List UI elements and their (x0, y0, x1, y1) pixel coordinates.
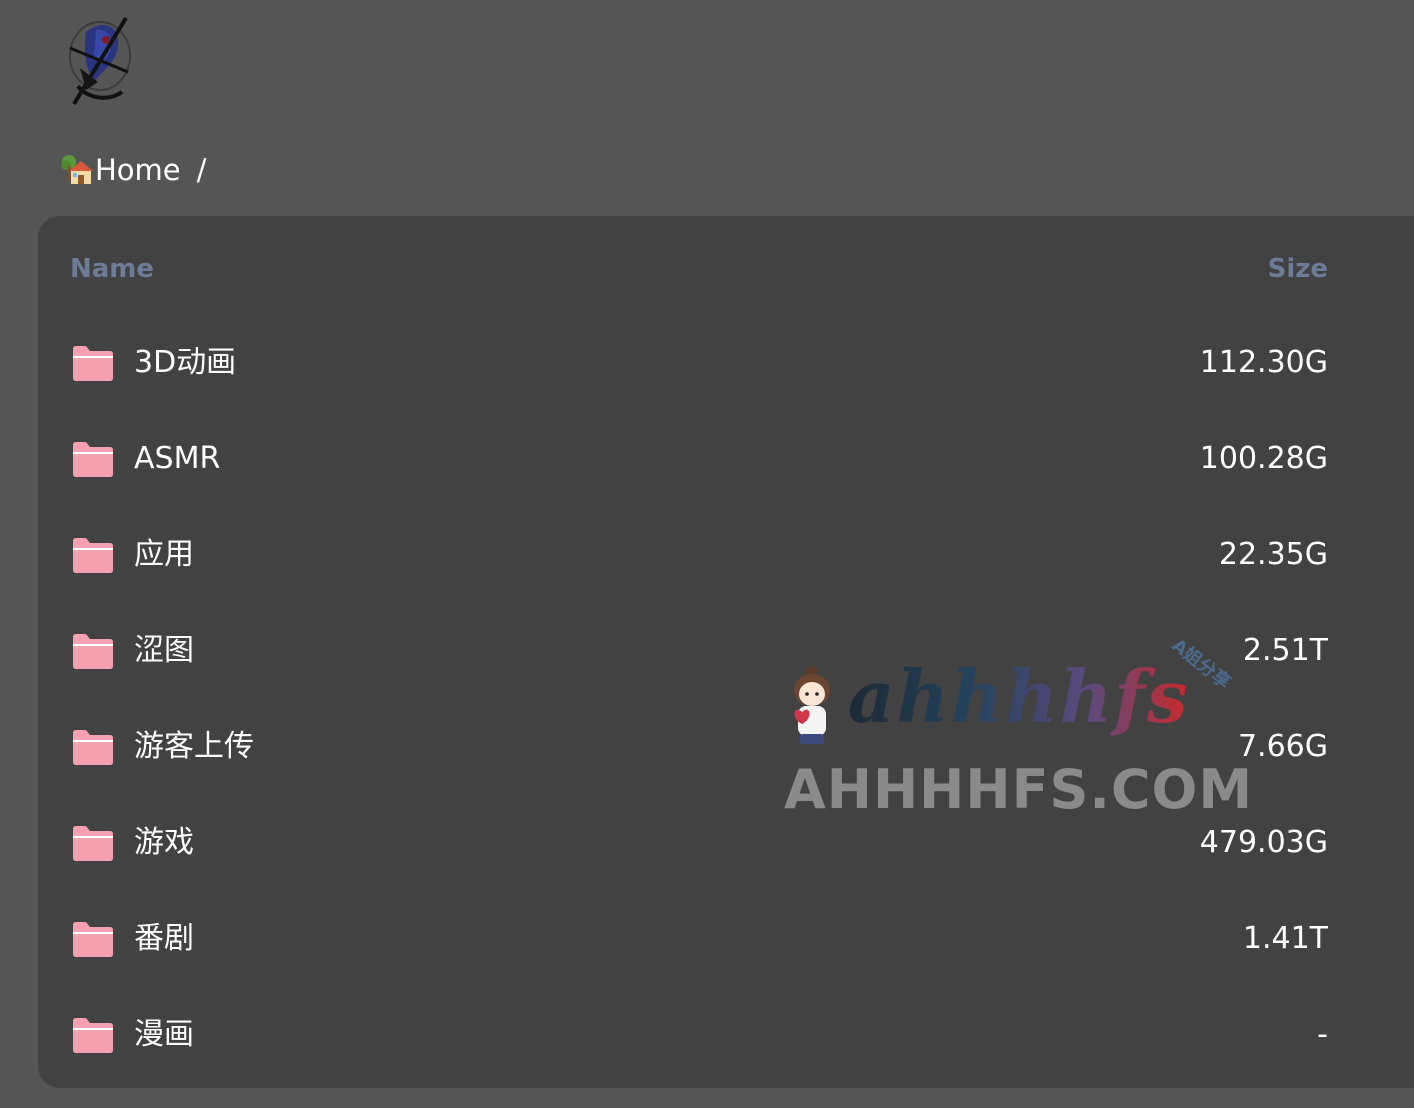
folder-icon (73, 1018, 113, 1053)
file-size: 7.66G (1237, 729, 1328, 764)
file-size: 2.51T (1242, 633, 1328, 668)
file-name[interactable]: 游客上传 (134, 728, 254, 766)
file-size: 22.35G (1218, 537, 1328, 572)
folder-icon (73, 538, 113, 573)
file-name[interactable]: 番剧 (134, 920, 194, 958)
column-header-name[interactable]: Name (70, 254, 154, 284)
file-name[interactable]: 游戏 (134, 824, 194, 862)
breadcrumb-home-link[interactable]: Home (60, 153, 181, 187)
site-logo[interactable] (56, 12, 140, 108)
file-name[interactable]: ASMR (134, 440, 220, 478)
folder-icon (73, 346, 113, 381)
table-header: Name Size (38, 216, 1414, 324)
folder-icon (73, 922, 113, 957)
folder-icon (73, 730, 113, 765)
table-row[interactable]: ASMR 100.28G (38, 412, 1414, 508)
column-header-size[interactable]: Size (1268, 254, 1328, 284)
breadcrumb-separator: / (196, 153, 207, 187)
table-row[interactable]: 漫画 - (38, 988, 1414, 1084)
file-size: - (1317, 1017, 1328, 1052)
folder-icon (73, 442, 113, 477)
file-size: 112.30G (1199, 345, 1328, 380)
breadcrumb-home-label: Home (95, 153, 181, 187)
file-size: 100.28G (1199, 441, 1328, 476)
file-list: 3D动画 112.30G ASMR 100.28G 应用 22.35G 涩图 2… (38, 316, 1414, 1084)
file-name[interactable]: 应用 (134, 536, 194, 574)
folder-icon (73, 826, 113, 861)
table-row[interactable]: 3D动画 112.30G (38, 316, 1414, 412)
file-size: 479.03G (1199, 825, 1328, 860)
breadcrumb: Home / (60, 148, 206, 192)
house-with-tree-icon (61, 155, 93, 184)
file-size: 1.41T (1242, 921, 1328, 956)
folder-icon (73, 634, 113, 669)
file-name[interactable]: 涩图 (134, 632, 194, 670)
logo-emblem-icon (69, 16, 131, 106)
table-row[interactable]: 应用 22.35G (38, 508, 1414, 604)
table-row[interactable]: 番剧 1.41T (38, 892, 1414, 988)
file-name[interactable]: 漫画 (134, 1016, 194, 1054)
table-row[interactable]: 游戏 479.03G (38, 796, 1414, 892)
table-row[interactable]: 涩图 2.51T (38, 604, 1414, 700)
table-row[interactable]: 游客上传 7.66G (38, 700, 1414, 796)
file-list-panel: Name Size 3D动画 112.30G ASMR 100.28G 应用 2… (38, 216, 1414, 1088)
file-name[interactable]: 3D动画 (134, 344, 236, 382)
